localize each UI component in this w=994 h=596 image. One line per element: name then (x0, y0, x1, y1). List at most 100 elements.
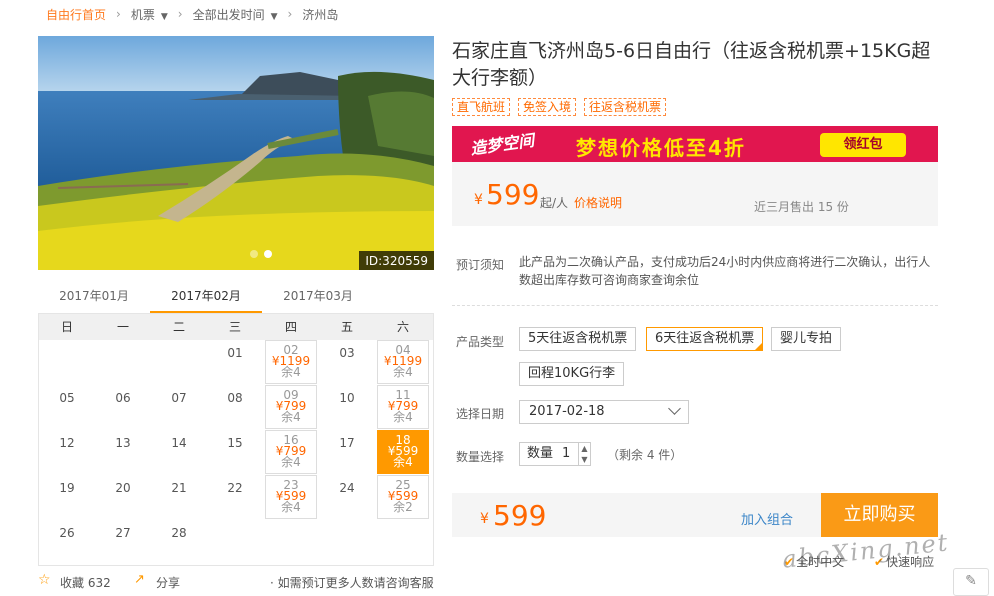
breadcrumb-destination: 济州岛 (302, 7, 339, 22)
caret-down-icon: ▼ (270, 11, 278, 22)
red-packet-button[interactable]: 领红包 (820, 133, 906, 157)
calendar-day-available[interactable]: 09 ¥799 余4 (265, 385, 317, 429)
quantity-text: 数量 (527, 446, 554, 461)
weekday-sun: 日 (60, 320, 73, 334)
increment-icon[interactable]: ▲ (579, 443, 590, 454)
calendar-day: 20 (115, 481, 131, 495)
banner-promo-text: 梦想价格低至4折 (576, 136, 746, 160)
quantity-stepper[interactable]: 数量 1 ▲ ▼ (519, 442, 591, 466)
breadcrumb-home-link[interactable]: 自由行首页 (46, 6, 106, 23)
calendar-day: 27 (115, 526, 131, 540)
tag-round-trip: 往返含税机票 (584, 98, 667, 116)
add-combo-link[interactable]: 加入组合 (741, 509, 793, 528)
stock-remaining: （剩余 4 件） (607, 448, 683, 462)
stepper-arrows[interactable]: ▲ ▼ (578, 443, 590, 465)
quantity-value[interactable]: 1 (562, 443, 570, 465)
promo-banner[interactable]: 造梦空间 梦想价格低至4折 领红包 (452, 126, 938, 162)
calendar-weekday-header: 日 一 二 三 四 五 六 (39, 314, 433, 340)
price-explain-link[interactable]: 价格说明 (574, 194, 622, 211)
month-tab-jan[interactable]: 2017年01月 (38, 285, 150, 313)
carousel-dots (250, 250, 272, 258)
month-tab-feb-active[interactable]: 2017年02月 (150, 285, 262, 313)
breadcrumb: 自由行首页 › 机票 ▼ › 全部出发时间 ▼ › 济州岛 (46, 6, 338, 22)
type-option-5day[interactable]: 5天往返含税机票 (519, 327, 637, 351)
share-link[interactable]: 分享 (156, 574, 180, 591)
weekday-tue: 二 (172, 320, 185, 334)
weekday-mon: 一 (116, 320, 129, 334)
sold-count: 近三月售出 15 份 (754, 200, 849, 214)
calendar-day: 03 (339, 346, 355, 360)
calendar-day: 12 (59, 436, 75, 450)
calendar-day: 22 (227, 481, 243, 495)
calendar-day: 24 (339, 481, 355, 495)
day-remaining: 余4 (393, 455, 413, 469)
landscape-photo (38, 36, 434, 270)
breadcrumb-flight-label: 机票 (130, 7, 155, 22)
type-option-6day-selected[interactable]: 6天往返含税机票 (646, 327, 764, 351)
weekday-fri: 五 (340, 320, 353, 334)
calendar-day: 10 (339, 391, 355, 405)
calendar-day: 08 (227, 391, 243, 405)
price-calendar: 日 一 二 三 四 五 六 01 02 ¥1199 余4 03 04 ¥1199 余4 … (38, 313, 434, 566)
calendar-day: 14 (171, 436, 187, 450)
calendar-footer: ☆ 收藏 632 ↗ 分享 · 如需预订更多人数请咨询客服 (38, 572, 434, 591)
calendar-day: 21 (171, 481, 187, 495)
decrement-icon[interactable]: ▼ (579, 454, 590, 465)
quantity-label: 数量选择 (456, 450, 505, 464)
calendar-month-tabs: 2017年01月 2017年02月 2017年03月 (38, 285, 434, 313)
star-icon[interactable]: ☆ (38, 572, 51, 588)
tag-visa-free: 免签入境 (518, 98, 577, 116)
price-currency: ¥ (474, 192, 483, 208)
purchase-bar: ¥ 599 加入组合 立即购买 (452, 493, 938, 537)
price-amount: 599 (486, 178, 540, 211)
calendar-day-available[interactable]: 04 ¥1199 余4 (377, 340, 429, 384)
calendar-day: 07 (171, 391, 187, 405)
weekday-sat: 六 (396, 320, 409, 334)
breadcrumb-departure-label: 全部出发时间 (192, 7, 265, 22)
calendar-day: 01 (227, 346, 243, 360)
day-remaining: 余4 (281, 365, 301, 379)
product-title: 石家庄直飞济州岛5-6日自由行（往返含税机票+15KG超大行李额） (452, 40, 931, 89)
carousel-dot[interactable] (250, 250, 258, 258)
breadcrumb-flight-dropdown[interactable]: 机票 ▼ (131, 6, 168, 23)
calendar-day-available[interactable]: 02 ¥1199 余4 (265, 340, 317, 384)
caret-down-icon: ▼ (160, 11, 168, 22)
tag-direct-flight: 直飞航班 (452, 98, 511, 116)
chevron-down-icon (668, 402, 681, 415)
carousel-dot-active[interactable] (264, 250, 272, 258)
day-remaining: 余4 (393, 365, 413, 379)
breadcrumb-departure-dropdown[interactable]: 全部出发时间 ▼ (193, 6, 278, 23)
type-option-infant[interactable]: 婴儿专拍 (771, 327, 842, 351)
date-select[interactable]: 2017-02-18 (519, 400, 689, 424)
calendar-day-available[interactable]: 16 ¥799 余4 (265, 430, 317, 474)
product-hero-image[interactable]: ID:320559 (38, 36, 434, 270)
breadcrumb-separator: › (287, 7, 293, 21)
notice-label: 预订须知 (456, 258, 505, 272)
calendar-day: 15 (227, 436, 243, 450)
calendar-day: 05 (59, 391, 75, 405)
date-value: 2017-02-18 (529, 404, 605, 419)
product-type-label: 产品类型 (456, 335, 505, 349)
calendar-day-available[interactable]: 25 ¥599 余2 (377, 475, 429, 519)
calendar-day-available[interactable]: 23 ¥599 余4 (265, 475, 317, 519)
calendar-day: 26 (59, 526, 75, 540)
total-currency: ¥ (480, 511, 489, 527)
notice-text: 此产品为二次确认产品，支付成功后24小时内供应商将进行二次确认，出行人数超出库存… (519, 255, 931, 287)
calendar-day-selected[interactable]: 18 ¥599 余4 (377, 430, 429, 474)
type-option-return-luggage[interactable]: 回程10KG行李 (519, 362, 625, 386)
favorite-link[interactable]: 收藏 632 (60, 574, 111, 591)
price-box: ¥ 599 起/人 价格说明 近三月售出 15 份 (452, 162, 938, 226)
day-remaining: 余4 (281, 455, 301, 469)
month-tab-mar[interactable]: 2017年03月 (262, 285, 374, 313)
calendar-day: 28 (171, 526, 187, 540)
day-remaining: 余4 (281, 410, 301, 424)
edit-icon[interactable]: ✎ (953, 568, 989, 596)
share-icon[interactable]: ↗ (134, 572, 145, 587)
weekday-wed: 三 (228, 320, 241, 334)
calendar-day: 06 (115, 391, 131, 405)
calendar-day-available[interactable]: 11 ¥799 余4 (377, 385, 429, 429)
banner-brand: 造梦空间 (469, 130, 536, 159)
day-remaining: 余4 (281, 500, 301, 514)
advisory-text: · 如需预订更多人数请咨询客服 (270, 576, 434, 590)
breadcrumb-separator: › (177, 7, 183, 21)
